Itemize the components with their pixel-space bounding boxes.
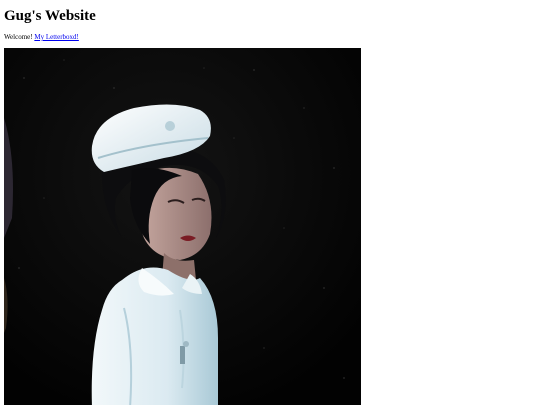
welcome-text: Welcome!: [4, 33, 33, 41]
page-title: Gug's Website: [4, 8, 96, 24]
nurse-photo: [4, 48, 361, 405]
page: Gug's Website Welcome! My Letterboxd!: [0, 0, 540, 405]
nurse-photo-illustration: [4, 48, 361, 405]
welcome-line: Welcome! My Letterboxd!: [4, 32, 79, 42]
letterboxd-link[interactable]: My Letterboxd!: [34, 33, 79, 41]
